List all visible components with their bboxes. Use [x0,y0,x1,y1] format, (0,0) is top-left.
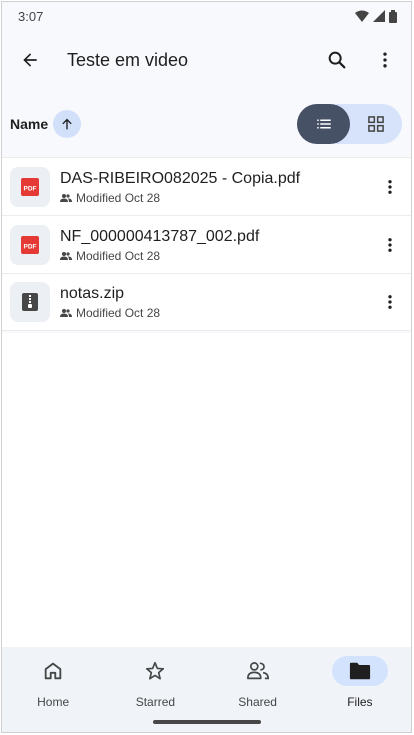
file-more-button[interactable] [372,227,408,263]
shared-people-icon [60,193,72,202]
back-button[interactable] [6,36,54,84]
shared-people-icon [60,309,72,317]
search-icon [328,51,346,69]
sort-row: Name [2,102,411,146]
svg-text:PDF: PDF [24,243,37,250]
arrow-upward-icon [62,118,72,130]
nav-icon-container [25,656,81,686]
file-name: DAS-RIBEIRO082025 - Copia.pdf [60,169,301,187]
nav-label: Starred [135,695,176,709]
list-icon [316,119,331,129]
file-info: NF_000000413787_002.pdf Modified Oct 28 [60,227,372,263]
file-name: notas.zip [60,285,125,302]
more-options-button[interactable] [361,36,409,84]
wifi-icon [355,10,369,22]
list-item[interactable]: PDF NF_000000413787_002.pdf Modified Oct… [2,215,411,273]
screen: 3:07 Teste em video Name PDF DAS-RIBEIRO… [1,1,412,733]
sort-direction-button[interactable] [53,110,82,138]
nav-label: Shared [238,695,277,709]
file-thumbnail: PDF [10,224,50,265]
file-list: PDF DAS-RIBEIRO082025 - Copia.pdf Modifi… [2,157,411,331]
page-title: Teste em video [67,49,189,70]
view-toggle [297,104,403,144]
grid-icon [368,116,384,132]
file-info: DAS-RIBEIRO082025 - Copia.pdf Modified O… [60,169,372,205]
status-icons [355,9,397,23]
list-item[interactable]: PDF DAS-RIBEIRO082025 - Copia.pdf Modifi… [2,157,411,215]
arrow-back-icon [23,53,37,67]
modified-date: Modified Oct 28 [76,248,161,263]
file-info: notas.zip Modified Oct 28 [60,284,372,320]
file-meta: Modified Oct 28 [60,191,372,205]
search-button[interactable] [313,36,361,84]
modified-date: Modified Oct 28 [76,190,161,205]
file-name: NF_000000413787_002.pdf [60,227,260,245]
more-vert-icon [383,52,387,68]
empty-content-area [2,333,411,647]
shared-people-icon [60,251,72,260]
nav-label: Home [37,695,70,709]
modified-date: Modified Oct 28 [76,306,161,320]
svg-text:PDF: PDF [24,185,37,192]
star-icon [146,661,165,680]
signal-icon [373,10,385,22]
nav-icon-container [127,656,183,686]
home-icon [44,662,62,680]
folder-icon [349,662,370,680]
more-vert-icon [388,295,392,309]
status-time: 3:07 [18,8,44,24]
file-thumbnail [10,282,50,322]
nav-item-home[interactable]: Home [2,647,104,732]
pdf-icon: PDF [21,235,39,254]
nav-icon-container [331,656,388,686]
app-bar: Teste em video [2,30,411,90]
gesture-handle[interactable] [153,720,261,724]
list-view-button[interactable] [297,104,350,144]
more-vert-icon [388,237,392,252]
list-item[interactable]: notas.zip Modified Oct 28 [2,273,411,331]
file-meta: Modified Oct 28 [60,306,372,320]
pdf-icon: PDF [21,177,39,196]
file-more-button[interactable] [372,284,408,320]
shared-icon [246,662,269,680]
nav-label: Files [347,695,373,709]
more-vert-icon [388,179,392,194]
nav-item-files[interactable]: Files [309,647,411,732]
nav-icon-container [230,656,286,686]
zip-icon [22,293,38,311]
file-meta: Modified Oct 28 [60,249,372,263]
battery-icon [389,9,397,23]
sort-label[interactable]: Name [10,116,48,132]
file-thumbnail: PDF [10,166,50,207]
status-bar: 3:07 [2,2,411,30]
file-more-button[interactable] [372,169,408,205]
